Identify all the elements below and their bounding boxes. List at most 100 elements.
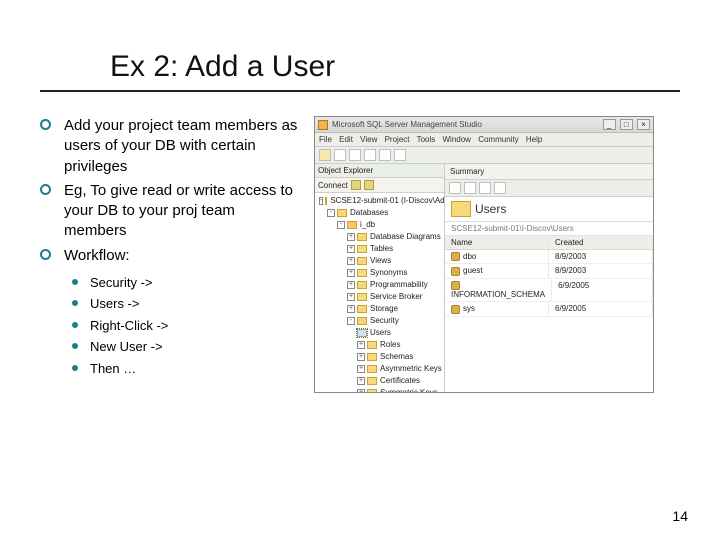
maximize-button[interactable]: □ xyxy=(620,119,633,130)
folder-icon xyxy=(357,257,367,265)
tree-node[interactable]: + Tables xyxy=(317,243,444,255)
close-button[interactable]: × xyxy=(637,119,650,130)
bullet-item: Add your project team members as users o… xyxy=(40,116,300,177)
sub-bullet-text: Right-Click -> xyxy=(90,318,168,333)
collapse-icon[interactable]: - xyxy=(347,317,355,325)
tree-node[interactable]: +Synonyms xyxy=(317,267,444,279)
tree-node[interactable]: + Symmetric Keys xyxy=(317,387,444,392)
tree-node[interactable]: +Certificates xyxy=(317,375,444,387)
tree-label: SCSE12-submit-01 (I-Discov\Admin) xyxy=(330,195,445,207)
connect-label[interactable]: Connect xyxy=(318,181,348,190)
expand-icon[interactable]: + xyxy=(357,389,365,392)
expand-icon[interactable]: + xyxy=(357,341,365,349)
minimize-button[interactable]: _ xyxy=(603,119,616,130)
expand-icon[interactable]: + xyxy=(347,257,355,265)
grid-row[interactable]: sys 6/9/2005 xyxy=(445,302,653,316)
grid-row[interactable]: guest 8/9/2003 xyxy=(445,264,653,278)
expand-icon[interactable]: + xyxy=(357,377,365,385)
menu-community[interactable]: Community xyxy=(478,135,518,144)
folder-icon xyxy=(357,269,367,277)
tree-label: Symmetric Keys xyxy=(380,387,438,392)
grid-header-name[interactable]: Name xyxy=(445,236,549,249)
tree-node[interactable]: +Service Broker xyxy=(317,291,444,303)
folder-icon xyxy=(357,317,367,325)
dot-bullet-icon xyxy=(72,279,78,285)
tree-label: Asymmetric Keys xyxy=(380,363,442,375)
grid-cell-created: 8/9/2003 xyxy=(549,250,653,263)
folder-large-icon xyxy=(451,201,471,217)
tree-label: Roles xyxy=(380,339,400,351)
expand-icon[interactable]: + xyxy=(357,365,365,373)
toolbar-icon[interactable] xyxy=(449,182,461,194)
sub-bullet-text: New User -> xyxy=(90,339,163,354)
refresh-icon[interactable] xyxy=(364,180,374,190)
toolbar-icon[interactable] xyxy=(494,182,506,194)
toolbar-icon[interactable] xyxy=(364,149,376,161)
grid-cell-created: 6/9/2005 xyxy=(549,302,653,315)
toolbar-icon[interactable] xyxy=(319,149,331,161)
expand-icon[interactable]: + xyxy=(347,305,355,313)
tree-node[interactable]: +Storage xyxy=(317,303,444,315)
menu-project[interactable]: Project xyxy=(385,135,410,144)
server-icon xyxy=(325,197,327,205)
tree-node[interactable]: + Roles xyxy=(317,339,444,351)
grid-header-created[interactable]: Created xyxy=(549,236,653,249)
expand-icon[interactable]: + xyxy=(347,293,355,301)
summary-tab[interactable]: Summary xyxy=(445,164,653,180)
menu-window[interactable]: Window xyxy=(443,135,471,144)
toolbar-icon[interactable] xyxy=(479,182,491,194)
folder-icon xyxy=(357,329,367,337)
user-icon xyxy=(451,305,460,314)
object-explorer-pane: Object Explorer Connect -SCSE12-submit-0… xyxy=(315,164,445,392)
menu-tools[interactable]: Tools xyxy=(417,135,436,144)
ssms-menubar: File Edit View Project Tools Window Comm… xyxy=(315,133,653,147)
menu-edit[interactable]: Edit xyxy=(339,135,353,144)
tree-server-node[interactable]: -SCSE12-submit-01 (I-Discov\Admin) xyxy=(317,195,444,207)
collapse-icon[interactable]: - xyxy=(337,221,345,229)
tree-label: Programmability xyxy=(370,279,428,291)
dot-bullet-icon xyxy=(72,343,78,349)
collapse-icon[interactable]: - xyxy=(319,197,323,205)
tree-label: Tables xyxy=(370,243,393,255)
toolbar-icon[interactable] xyxy=(334,149,346,161)
menu-help[interactable]: Help xyxy=(526,135,542,144)
cell-text: dbo xyxy=(463,252,476,261)
tree-node[interactable]: + Asymmetric Keys xyxy=(317,363,444,375)
tree-label: Users xyxy=(370,327,391,339)
tree-databases-node[interactable]: -Databases xyxy=(317,207,444,219)
tree-node[interactable]: +Database Diagrams xyxy=(317,231,444,243)
object-explorer-header: Object Explorer xyxy=(315,164,444,178)
menu-view[interactable]: View xyxy=(360,135,377,144)
tree-security-node[interactable]: -Security xyxy=(317,315,444,327)
folder-icon xyxy=(367,389,377,392)
collapse-icon[interactable]: - xyxy=(327,209,335,217)
dot-bullet-icon xyxy=(72,322,78,328)
grid-body: dbo 8/9/2003 guest 8/9/2003 INFORMATION_… xyxy=(445,250,653,317)
tree-node[interactable]: + Views xyxy=(317,255,444,267)
folder-icon xyxy=(357,245,367,253)
folder-icon xyxy=(357,281,367,289)
tree-label: i_db xyxy=(360,219,375,231)
expand-icon[interactable]: + xyxy=(347,233,355,241)
expand-icon[interactable]: + xyxy=(347,281,355,289)
grid-row[interactable]: dbo 8/9/2003 xyxy=(445,250,653,264)
toolbar-icon[interactable] xyxy=(379,149,391,161)
user-icon xyxy=(451,267,460,276)
tree-label: Views xyxy=(370,255,391,267)
toolbar-icon[interactable] xyxy=(464,182,476,194)
tree-db-node[interactable]: - i_db xyxy=(317,219,444,231)
menu-file[interactable]: File xyxy=(319,135,332,144)
tree-users-node-selected[interactable]: Users xyxy=(317,327,444,339)
folder-icon xyxy=(357,293,367,301)
toolbar-icon[interactable] xyxy=(349,149,361,161)
toolbar-icon[interactable] xyxy=(394,149,406,161)
expand-icon[interactable]: + xyxy=(347,245,355,253)
expand-icon[interactable]: + xyxy=(347,269,355,277)
users-grid: Name Created dbo 8/9/2003 guest xyxy=(445,236,653,392)
connect-icon[interactable] xyxy=(351,180,361,190)
tree-node[interactable]: + Programmability xyxy=(317,279,444,291)
tree-node[interactable]: +Schemas xyxy=(317,351,444,363)
expand-icon[interactable]: + xyxy=(357,353,365,361)
grid-row[interactable]: INFORMATION_SCHEMA 6/9/2005 xyxy=(445,279,653,302)
details-heading-row: Users xyxy=(445,197,653,222)
